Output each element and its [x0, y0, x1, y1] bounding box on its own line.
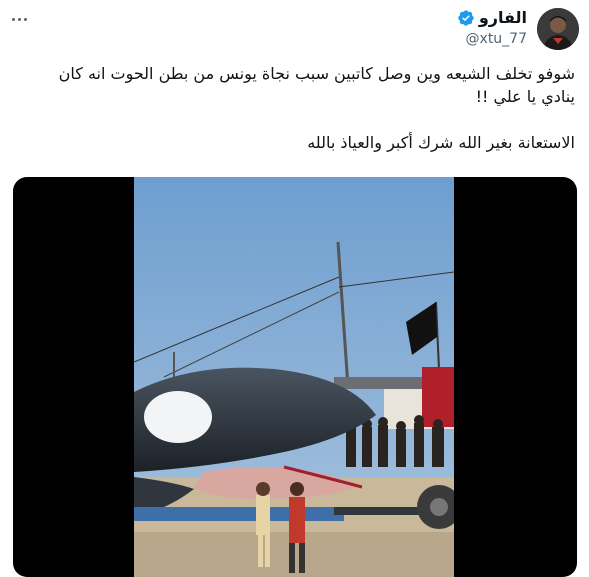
avatar[interactable]	[537, 8, 579, 50]
more-options-icon[interactable]	[12, 12, 34, 26]
tweet-text-line: شوفو تخلف الشيعه وين وصل كاتبين سبب نجاة…	[58, 64, 575, 83]
tweet-text-line: الاستعانة بغير الله شرك أكبر والعياذ بال…	[307, 133, 575, 152]
tweet-text-line: ينادي يا علي !!	[475, 87, 575, 106]
author-info: الفارو @xtu_77	[457, 8, 527, 49]
display-name[interactable]: الفارو	[479, 8, 527, 28]
tweet-video[interactable]	[13, 177, 577, 577]
tweet-text: شوفو تخلف الشيعه وين وصل كاتبين سبب نجاة…	[14, 62, 575, 154]
author-handle[interactable]: @xtu_77	[466, 29, 527, 49]
video-frame[interactable]	[134, 177, 454, 577]
author-name-row: الفارو	[457, 8, 527, 28]
verified-badge-icon	[457, 9, 475, 27]
